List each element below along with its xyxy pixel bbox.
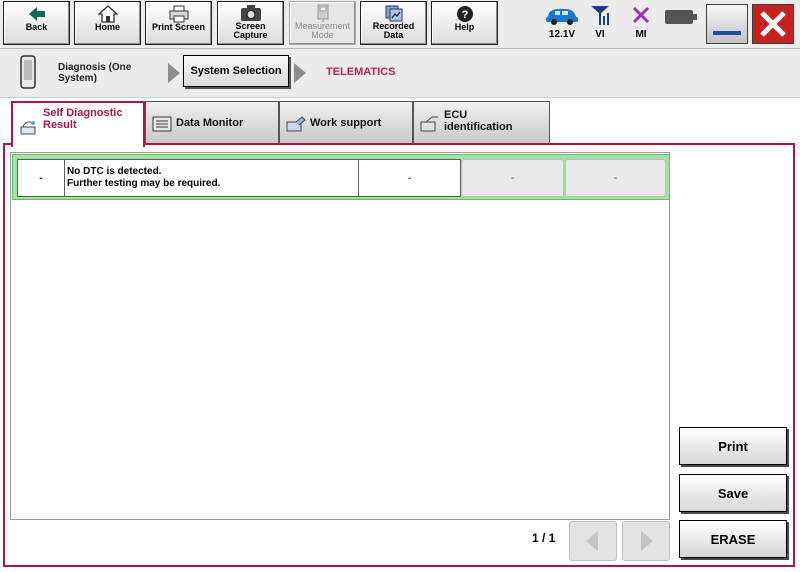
toolbar: Back Home Print Screen Screen Capture Me… (0, 0, 800, 49)
previous-page-button[interactable] (569, 521, 617, 561)
device-icon (20, 55, 36, 89)
breadcrumb-diagnosis-one-system[interactable]: Diagnosis (One System) (58, 62, 131, 84)
recorded-data-button[interactable]: Recorded Data (360, 1, 427, 45)
back-button[interactable]: Back (3, 1, 70, 45)
chevron-left-icon (586, 531, 598, 551)
screen-capture-label-2: Capture (233, 30, 268, 40)
dtc-message-line1: No DTC is detected. (67, 166, 162, 177)
mi-indicator: MI (621, 4, 661, 40)
stethoscope-icon (20, 121, 36, 135)
tab-data-monitor[interactable]: Data Monitor (145, 101, 279, 143)
breadcrumb-system-selection[interactable]: System Selection (183, 55, 289, 87)
help-icon: ? (456, 6, 473, 22)
next-page-button[interactable] (622, 521, 670, 561)
vi-indicator: VI (580, 4, 620, 40)
antenna-icon (591, 6, 609, 25)
back-label: Back (25, 22, 48, 32)
tab-self-diagnostic-result[interactable]: Self Diagnostic Result (11, 101, 145, 147)
tab-label-line2: Result (43, 119, 77, 131)
recorded-data-icon (385, 5, 402, 22)
table-row[interactable]: - No DTC is detected. Further testing ma… (12, 154, 670, 200)
back-arrow-icon (28, 7, 45, 21)
breadcrumb-step1-line2: System) (58, 73, 97, 84)
tab-label-line1: ECU (444, 109, 468, 121)
voltage-label: 12.1V (548, 29, 576, 40)
breadcrumb-step1-line1: Diagnosis (One (58, 62, 132, 73)
tab-label: Work support (310, 116, 382, 129)
tab-label-line2: identification (444, 121, 513, 133)
svg-text:?: ? (461, 9, 468, 21)
dtc-message-line2: Further testing may be required. (67, 178, 221, 189)
screen-capture-button[interactable]: Screen Capture (217, 1, 284, 45)
ecu-icon (420, 116, 438, 132)
home-icon (96, 5, 119, 23)
voltage-indicator: 12.1V (542, 4, 582, 40)
save-button[interactable]: Save (679, 474, 787, 512)
camera-icon (240, 5, 261, 21)
dtc-column-4-cell: - (461, 159, 564, 197)
tab-label-line1: Self Diagnostic (43, 107, 123, 119)
battery-icon (665, 10, 697, 24)
erase-button[interactable]: ERASE (679, 520, 787, 558)
page-indicator: 1 / 1 (532, 531, 556, 545)
measurement-mode-label-2: Mode (311, 30, 334, 40)
breadcrumb-arrow-icon (294, 63, 306, 83)
measurement-mode-button[interactable]: Measurement Mode (289, 1, 356, 45)
breadcrumb-arrow-icon (168, 63, 180, 83)
dtc-code-cell: - (17, 159, 65, 197)
mi-label: MI (635, 29, 647, 40)
car-icon (546, 9, 578, 25)
dtc-message-cell: No DTC is detected. Further testing may … (64, 159, 359, 197)
meter-icon (317, 4, 328, 22)
help-button[interactable]: ? Help (431, 1, 498, 45)
chevron-right-icon (641, 531, 653, 551)
breadcrumb-current-telematics: TELEMATICS (326, 66, 396, 78)
recorded-data-label-2: Data (383, 30, 404, 40)
home-button[interactable]: Home (74, 1, 141, 45)
x-mark-icon (632, 6, 650, 24)
close-button[interactable] (752, 4, 794, 44)
dtc-column-3-cell: - (358, 159, 461, 197)
close-icon (760, 11, 786, 37)
home-label: Home (94, 22, 120, 32)
breadcrumb: Diagnosis (One System) System Selection … (0, 49, 800, 98)
tab-ecu-identification[interactable]: ECU identification (413, 101, 550, 143)
tab-label: Data Monitor (176, 116, 244, 129)
data-monitor-icon (152, 116, 172, 132)
tab-work-support[interactable]: Work support (279, 101, 413, 143)
help-label: Help (454, 22, 475, 32)
work-support-icon (286, 116, 306, 132)
dtc-list[interactable] (10, 152, 670, 520)
printer-icon (169, 5, 188, 23)
print-button[interactable]: Print (679, 427, 787, 465)
minimize-button[interactable] (706, 4, 748, 44)
dtc-column-5-cell: - (565, 159, 666, 197)
minimize-icon (713, 31, 741, 35)
vi-label: VI (595, 29, 605, 40)
print-screen-label: Print Screen (151, 22, 206, 32)
print-screen-button[interactable]: Print Screen (145, 1, 212, 45)
